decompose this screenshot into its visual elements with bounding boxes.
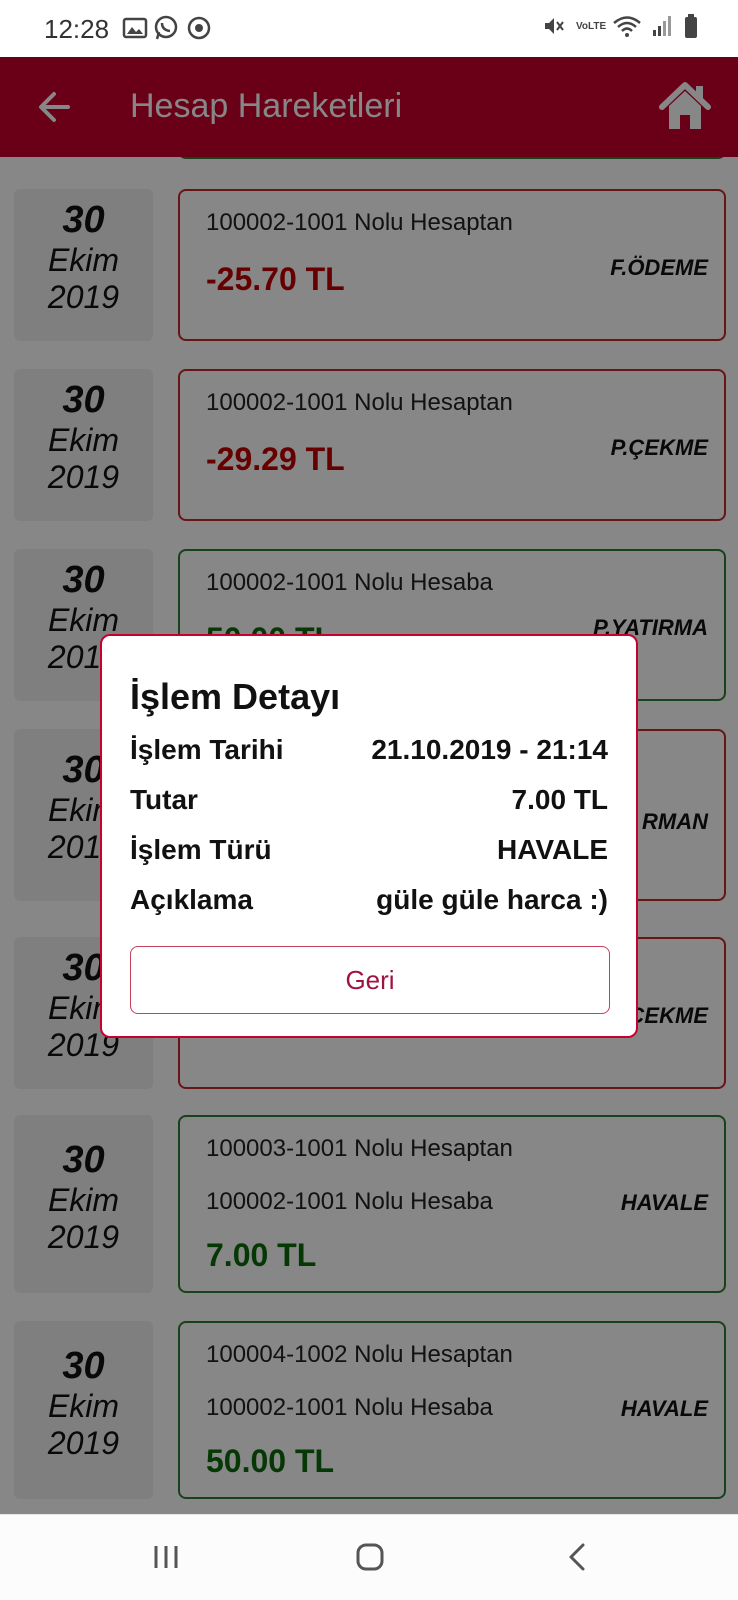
detail-label: İşlem Türü	[130, 834, 272, 865]
detail-label: İşlem Tarihi	[130, 734, 284, 765]
system-nav-bar	[0, 1514, 738, 1600]
back-button[interactable]: Geri	[130, 946, 610, 1014]
whatsapp-icon	[154, 15, 178, 40]
chrome-icon	[187, 16, 211, 40]
detail-row-amount: Tutar 7.00 TL	[130, 784, 608, 824]
gallery-icon	[122, 17, 148, 39]
detail-value: HAVALE	[497, 834, 608, 865]
volte-label: VoLTE	[576, 20, 607, 32]
detail-row-description: Açıklama güle güle harca :)	[130, 884, 608, 924]
detail-row-date: İşlem Tarihi 21.10.2019 - 21:14	[130, 734, 608, 774]
status-bar: 12:28 VoLTE	[0, 0, 738, 57]
recents-icon[interactable]	[150, 1541, 182, 1573]
detail-label: Açıklama	[130, 884, 253, 915]
home-circle-icon[interactable]	[354, 1541, 386, 1573]
battery-icon	[685, 14, 697, 38]
detail-row-type: İşlem Türü HAVALE	[130, 834, 608, 874]
status-indicators: VoLTE	[542, 13, 698, 39]
detail-label: Tutar	[130, 784, 198, 815]
wifi-icon	[613, 16, 641, 37]
mute-icon	[545, 18, 564, 34]
status-time: 12:28	[44, 14, 110, 44]
dialog-title: İşlem Detayı	[130, 676, 341, 717]
signal-icon	[653, 16, 671, 36]
detail-value: 7.00 TL	[511, 784, 608, 815]
transaction-detail-dialog: İşlem Detayı İşlem Tarihi 21.10.2019 - 2…	[100, 634, 638, 1038]
chevron-left-icon[interactable]	[562, 1541, 594, 1573]
detail-value: 21.10.2019 - 21:14	[371, 734, 608, 765]
detail-value: güle güle harca :)	[376, 884, 608, 915]
